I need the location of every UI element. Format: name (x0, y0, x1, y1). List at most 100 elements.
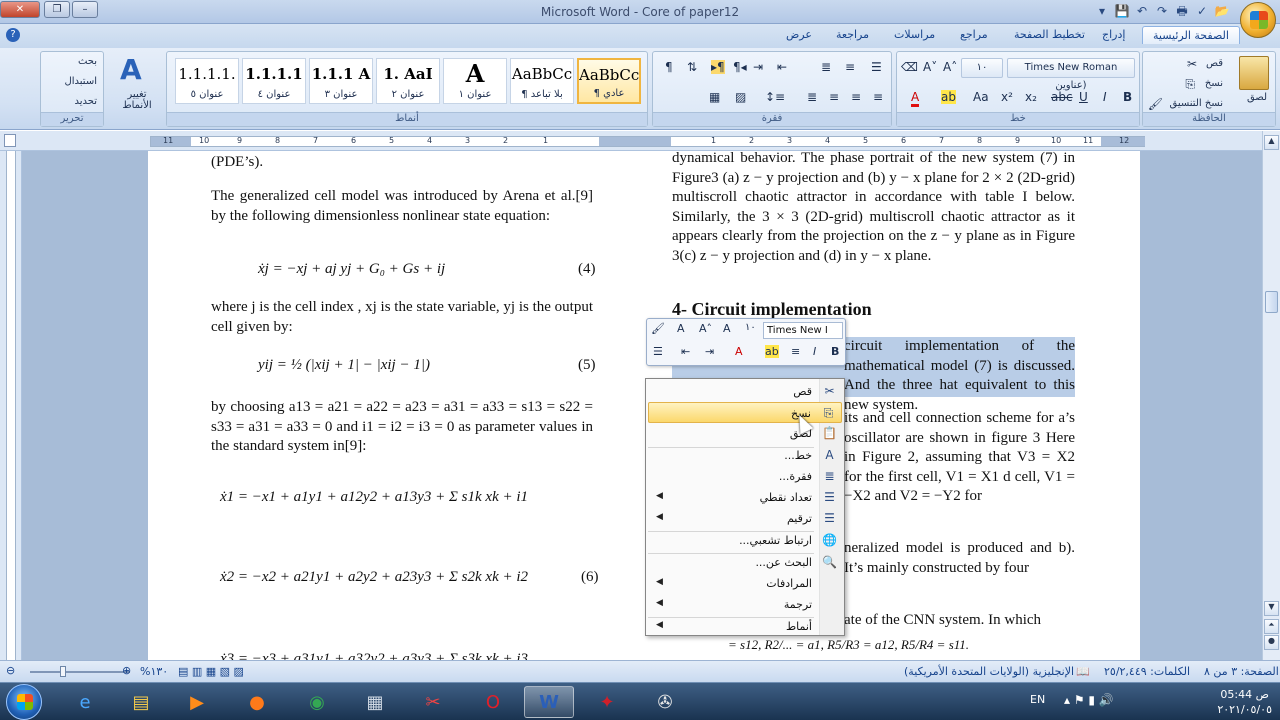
justify-icon[interactable]: ≣ (807, 90, 817, 104)
style-heading-4[interactable]: 1.1.1.1 عنوان ٤ (242, 58, 306, 104)
italic-icon[interactable]: I (1103, 90, 1107, 104)
align-center-icon[interactable]: ≡ (851, 90, 861, 104)
zoom-slider-thumb[interactable] (60, 666, 66, 677)
decrease-indent-icon[interactable]: ⇤ (777, 60, 787, 74)
paste-icon[interactable] (1239, 56, 1269, 90)
calculator-icon[interactable]: ▦ (350, 686, 400, 718)
select-browse-object-icon[interactable]: ● (1264, 635, 1279, 650)
qat-dropdown-icon[interactable]: ▾ (1094, 3, 1110, 19)
opera-icon[interactable]: O (468, 686, 518, 718)
vertical-ruler[interactable] (0, 151, 22, 660)
style-heading-3[interactable]: 1.1.1 A عنوان ٣ (309, 58, 373, 104)
proofing-icon[interactable]: 📖 (1076, 665, 1090, 678)
sort-icon[interactable]: ⇅ (687, 60, 697, 74)
tab-view[interactable]: عرض (786, 28, 812, 41)
clear-format-icon[interactable]: ⌫ (901, 60, 918, 74)
borders-icon[interactable]: ▦ (709, 90, 720, 104)
font-color-icon-mini[interactable]: A (735, 345, 743, 358)
find-button[interactable]: بحث (78, 56, 97, 67)
grow-font-icon[interactable]: A˄ (943, 60, 957, 74)
underline-icon[interactable]: U (1079, 90, 1088, 104)
bold-icon[interactable]: B (1123, 90, 1132, 104)
bold-icon-mini[interactable]: B (831, 345, 839, 358)
menu-numbering[interactable]: ◀ ترقيم ☰ (648, 508, 842, 529)
style-heading-5[interactable]: 1.1.1.1. عنوان ٥ (175, 58, 239, 104)
menu-hyperlink[interactable]: ارتباط تشعبي... 🌐 (648, 530, 842, 551)
style-heading-1[interactable]: A عنوان ١ (443, 58, 507, 104)
page-indicator[interactable]: الصفحة: ٣ من ٨ (1204, 665, 1279, 678)
menu-look-up[interactable]: البحث عن... 🔍 (648, 552, 842, 573)
start-button[interactable] (6, 684, 42, 720)
input-language[interactable]: EN (1030, 693, 1045, 706)
scroll-down-icon[interactable]: ▼ (1264, 601, 1279, 616)
numbering-icon[interactable]: ≡ (845, 60, 855, 74)
tab-selector-icon[interactable] (4, 134, 16, 147)
strikethrough-icon[interactable]: abc (1051, 90, 1073, 104)
font-color-icon[interactable]: A (911, 90, 920, 107)
cut-button[interactable]: قص (1206, 58, 1223, 69)
zoom-in-icon[interactable]: ⊕ (122, 664, 131, 677)
zoom-level[interactable]: %١٣٠ (140, 665, 168, 678)
save-icon[interactable]: 💾 (1114, 3, 1130, 19)
tab-mailings[interactable]: مراسلات (894, 28, 935, 41)
shading-icon[interactable]: ▨ (735, 90, 746, 104)
clock[interactable]: ص 05:44 ٢٠٢١/٠٥/٠٥ (1217, 687, 1272, 717)
ltr-direction-icon[interactable]: ▸¶ (711, 60, 725, 74)
menu-paste[interactable]: لصق 📋 (648, 423, 842, 444)
menu-font[interactable]: خط... A (648, 445, 842, 466)
bullets-icon[interactable]: ☰ (871, 60, 882, 74)
menu-cut[interactable]: قص ✂ (648, 381, 842, 402)
style-heading-2[interactable]: 1. AaI عنوان ٢ (376, 58, 440, 104)
view-buttons[interactable]: ▤ ▥ ▦ ▧ ▨ (178, 665, 244, 678)
font-size-combo[interactable]: ١٠ (961, 58, 1003, 78)
prev-page-icon[interactable]: ⏶ (1264, 619, 1279, 634)
internet-explorer-icon[interactable]: e (60, 686, 110, 718)
multilevel-list-icon[interactable]: ≣ (821, 60, 831, 74)
font-size-mini[interactable]: ١٠ (745, 322, 756, 333)
highlight-icon-mini[interactable]: ab (765, 345, 779, 358)
menu-synonyms[interactable]: ◀ المرادفات (648, 573, 842, 594)
zoom-slider[interactable] (30, 671, 130, 673)
pdf-reader-icon[interactable]: ✦ (582, 686, 632, 718)
office-button[interactable] (1240, 2, 1276, 38)
highlight-icon[interactable]: ab (941, 90, 956, 104)
document-page[interactable]: (PDE’s). The generalized cell model was … (148, 151, 1140, 660)
snipping-tool-icon[interactable]: ✂ (408, 686, 458, 718)
increase-indent-icon[interactable]: ⇥ (753, 60, 763, 74)
undo-icon[interactable]: ↶ (1134, 3, 1150, 19)
shrink-font-icon-mini[interactable]: A˄ (699, 322, 712, 335)
align-right-icon[interactable]: ≡ (873, 90, 883, 104)
format-painter-icon-mini[interactable]: 🖌 (651, 322, 665, 335)
redo-icon[interactable]: ↷ (1154, 3, 1170, 19)
format-painter-button[interactable]: نسخ التنسيق (1170, 98, 1223, 109)
language-indicator[interactable]: الإنجليزية (الولايات المتحدة الأمريكية) (904, 665, 1074, 678)
rtl-direction-icon[interactable]: ¶◂ (733, 60, 747, 74)
italic-icon-mini[interactable]: I (813, 345, 816, 358)
menu-styles[interactable]: ◀ أنماط (648, 616, 842, 637)
media-player-icon[interactable]: ▶ (172, 686, 222, 718)
word-taskbar-icon[interactable]: W (524, 686, 574, 718)
font-name-combo[interactable]: Times New Roman (عناوين (1007, 58, 1135, 91)
zoom-out-icon[interactable]: ⊖ (6, 664, 15, 677)
style-no-spacing[interactable]: AaBbCc ¶ بلا تباعد (510, 58, 574, 104)
tray-icons[interactable]: ▴ ⚑ ▮ 🔊 (1064, 693, 1114, 707)
bullets-icon-mini[interactable]: ☰ (653, 345, 663, 358)
line-spacing-icon[interactable]: ↕≡ (765, 90, 785, 104)
help-icon[interactable]: ? (6, 28, 20, 42)
file-explorer-icon[interactable]: ▤ (116, 686, 166, 718)
change-styles-icon[interactable]: A (120, 53, 142, 86)
tab-home[interactable]: الصفحة الرئيسية (1142, 26, 1240, 44)
select-button[interactable]: تحديد (74, 96, 97, 107)
subscript-icon[interactable]: x₂ (1025, 90, 1037, 104)
menu-paragraph[interactable]: فقرة... ≣ (648, 466, 842, 487)
replace-button[interactable]: استبدال (65, 76, 98, 87)
align-left-icon[interactable]: ≡ (829, 90, 839, 104)
horizontal-ruler[interactable]: 11 10 9 8 7 6 5 4 3 2 1 1 2 3 4 5 6 7 8 … (0, 131, 1280, 151)
open-folder-icon[interactable]: 📂 (1214, 3, 1230, 19)
print-preview-icon[interactable]: 🖶 (1174, 3, 1190, 19)
decrease-indent-icon-mini[interactable]: ⇤ (681, 345, 690, 358)
style-normal[interactable]: AaBbCc ¶ عادي (577, 58, 641, 104)
word-count[interactable]: الكلمات: ٢٥/٢,٤٤٩ (1104, 665, 1190, 678)
menu-copy[interactable]: نسخ ⎘ (648, 402, 842, 423)
change-styles-button[interactable]: تغيير الأنماط (114, 89, 160, 111)
